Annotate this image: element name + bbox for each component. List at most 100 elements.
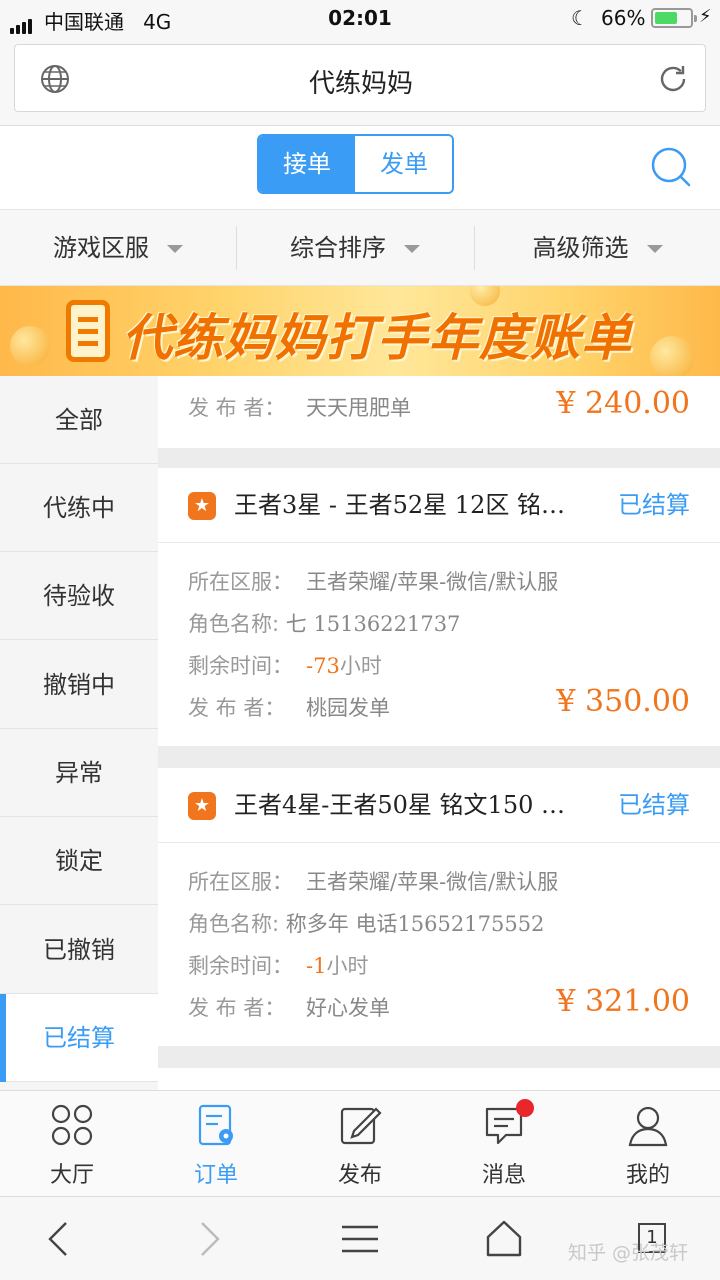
home-icon[interactable] xyxy=(482,1217,526,1261)
ledger-logo-icon xyxy=(66,300,110,362)
star-icon: ★ xyxy=(188,792,216,820)
watermark: 知乎 @张茂轩 xyxy=(568,1242,689,1264)
remaining-label: 剩余时间： xyxy=(188,654,293,678)
address-bar[interactable]: 代练妈妈 xyxy=(14,44,706,112)
order-title: 王者4星-王者50星 铭文150 英... xyxy=(234,791,586,819)
filter-game-server[interactable]: 游戏区服 xyxy=(0,210,236,286)
filter-label: 游戏区服 xyxy=(53,234,149,262)
order-header: 接单 发单 xyxy=(0,126,720,210)
tab-label: 大厅 xyxy=(49,1163,94,1188)
sidebar-item-cancelling[interactable]: 撤销中 xyxy=(0,641,158,729)
publisher-row: 发 布 者： 天天甩肥单 xyxy=(188,392,411,422)
role-value: 称多年 电话15652175552 xyxy=(285,912,545,936)
filter-bar: 游戏区服 综合排序 高级筛选 xyxy=(0,210,720,286)
remaining-unit: 小时 xyxy=(339,654,382,678)
promo-banner[interactable]: 代练妈妈打手年度账单 xyxy=(0,286,720,376)
order-price: ¥ 350.00 xyxy=(556,684,690,719)
page-title: 代练妈妈 xyxy=(308,69,413,99)
bottom-tab-bar: 大厅 订单 发布 消息 我的 xyxy=(0,1090,720,1196)
server-label: 所在区服： xyxy=(188,570,293,594)
status-sidebar: 全部 代练中 待验收 撤销中 异常 锁定 已撤销 已结算 xyxy=(0,376,158,1090)
browser-toolbar: 代练妈妈 xyxy=(0,36,720,126)
tab-profile[interactable]: 我的 xyxy=(576,1091,720,1197)
remaining-unit: 小时 xyxy=(326,954,369,978)
sidebar-item-abnormal[interactable]: 异常 xyxy=(0,729,158,817)
role-row: 角色名称: 七 15136221737 xyxy=(188,608,460,638)
remaining-row: 剩余时间： -1小时 xyxy=(188,950,368,980)
sidebar-item-cancelled[interactable]: 已撤销 xyxy=(0,906,158,994)
publisher-label: 发 布 者： xyxy=(188,396,286,420)
sidebar-item-locked[interactable]: 锁定 xyxy=(0,817,158,905)
menu-icon[interactable] xyxy=(338,1217,382,1261)
forward-icon[interactable] xyxy=(186,1217,230,1261)
order-title: 王者3星 - 王者52星 12区 铭文1... xyxy=(234,491,586,519)
unread-badge xyxy=(516,1099,534,1117)
battery-icon xyxy=(651,8,697,28)
caret-down-icon xyxy=(167,245,183,253)
tab-label: 发布 xyxy=(337,1163,382,1188)
profile-icon xyxy=(628,1106,668,1147)
order-card[interactable] xyxy=(158,1068,720,1090)
publish-icon xyxy=(340,1107,382,1145)
filter-label: 综合排序 xyxy=(290,234,386,262)
tab-label: 订单 xyxy=(193,1163,238,1188)
filter-sort[interactable]: 综合排序 xyxy=(237,210,473,286)
order-card[interactable]: ★ 王者3星 - 王者52星 12区 铭文1... 已结算 所在区服： 王者荣耀/… xyxy=(158,468,720,746)
tab-lobby[interactable]: 大厅 xyxy=(0,1091,144,1197)
banner-text: 代练妈妈打手年度账单 xyxy=(122,309,632,367)
remaining-value: -73 xyxy=(306,654,340,678)
charging-icon: ⚡︎ xyxy=(699,6,712,27)
star-icon: ★ xyxy=(188,492,216,520)
filter-label: 高级筛选 xyxy=(532,234,629,262)
remaining-label: 剩余时间： xyxy=(188,954,293,978)
publisher-label: 发 布 者： xyxy=(188,996,286,1020)
order-price: ¥ 321.00 xyxy=(556,984,690,1019)
order-card[interactable]: ★ 王者4星-王者50星 铭文150 英... 已结算 所在区服： 王者荣耀/苹果… xyxy=(158,768,720,1046)
back-icon[interactable] xyxy=(38,1217,82,1261)
search-icon[interactable] xyxy=(650,146,692,188)
order-status: 已结算 xyxy=(618,791,690,819)
role-row: 角色名称: 称多年 电话15652175552 xyxy=(188,908,544,938)
sidebar-item-in-progress[interactable]: 代练中 xyxy=(0,464,158,552)
publisher-row: 发 布 者： 好心发单 xyxy=(188,992,390,1022)
coin-decoration xyxy=(650,336,694,376)
remaining-row: 剩余时间： -73小时 xyxy=(188,650,382,680)
server-row: 所在区服： 王者荣耀/苹果-微信/默认服 xyxy=(188,566,558,596)
accept-orders-tab[interactable]: 接单 xyxy=(259,136,355,192)
sidebar-item-settled[interactable]: 已结算 xyxy=(0,994,158,1082)
order-mode-toggle: 接单 发单 xyxy=(257,134,454,194)
publisher-row: 发 布 者： 桃园发单 xyxy=(188,692,390,722)
sidebar-item-pending-review[interactable]: 待验收 xyxy=(0,552,158,640)
tab-label: 消息 xyxy=(481,1163,526,1188)
publisher-label: 发 布 者： xyxy=(188,696,286,720)
sidebar-item-all[interactable]: 全部 xyxy=(0,376,158,464)
order-card[interactable]: 发 布 者： 天天甩肥单 ¥ 240.00 xyxy=(158,376,720,448)
lobby-icon xyxy=(51,1104,93,1146)
server-value: 王者荣耀/苹果-微信/默认服 xyxy=(306,870,559,894)
status-bar: 中国联通 4G 02:01 ☾ 66% ⚡︎ xyxy=(0,0,720,36)
server-row: 所在区服： 王者荣耀/苹果-微信/默认服 xyxy=(188,866,558,896)
caret-down-icon xyxy=(404,245,420,253)
do-not-disturb-icon: ☾ xyxy=(571,6,589,30)
publish-orders-tab[interactable]: 发单 xyxy=(356,136,452,192)
orders-icon xyxy=(198,1104,233,1146)
battery-fill xyxy=(655,12,677,24)
role-label: 角色名称: xyxy=(188,912,280,936)
tab-messages[interactable]: 消息 xyxy=(432,1091,576,1197)
publisher-value: 天天甩肥单 xyxy=(306,396,411,420)
remaining-value: -1 xyxy=(306,954,327,978)
battery-percent: 66% xyxy=(601,6,646,30)
caret-down-icon xyxy=(646,245,663,253)
tab-orders[interactable]: 订单 xyxy=(144,1091,288,1197)
role-label: 角色名称: xyxy=(188,612,280,636)
reload-icon[interactable] xyxy=(657,63,689,95)
coin-decoration xyxy=(10,326,50,366)
tab-label: 我的 xyxy=(625,1163,670,1188)
divider xyxy=(158,842,720,843)
tab-publish[interactable]: 发布 xyxy=(288,1091,432,1197)
order-status: 已结算 xyxy=(618,491,690,519)
filter-advanced[interactable]: 高级筛选 xyxy=(475,210,720,286)
server-value: 王者荣耀/苹果-微信/默认服 xyxy=(306,570,559,594)
order-list[interactable]: 发 布 者： 天天甩肥单 ¥ 240.00 ★ 王者3星 - 王者52星 12区 … xyxy=(158,376,720,1090)
role-value: 七 15136221737 xyxy=(285,612,461,636)
